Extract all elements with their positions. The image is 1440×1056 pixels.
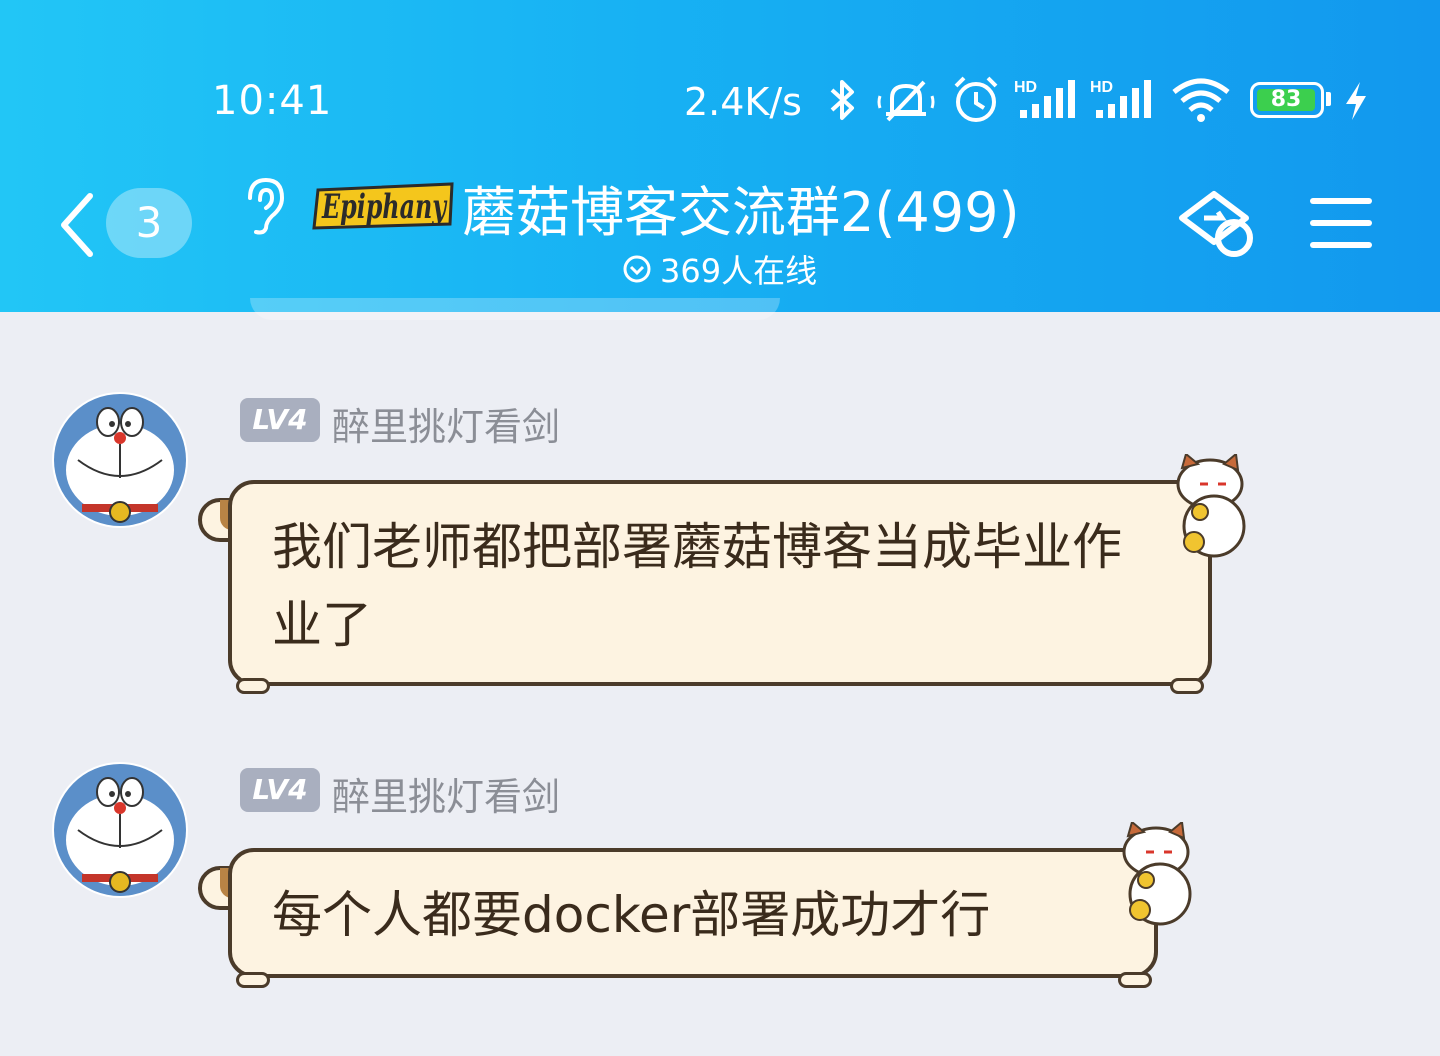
- signal-icon-sim2: HD: [1090, 79, 1151, 118]
- ear-icon[interactable]: [242, 176, 288, 236]
- charging-icon: [1346, 82, 1366, 120]
- alarm-icon: [954, 76, 998, 122]
- signal-icon-sim1: HD: [1014, 79, 1075, 118]
- bubble-paw-right: [1170, 678, 1204, 694]
- avatar[interactable]: [52, 762, 188, 898]
- message-text: 我们老师都把部署蘑菇博客当成毕业作业了: [272, 518, 1122, 654]
- svg-text:HD: HD: [1090, 79, 1113, 96]
- chat-header: 10:41 2.4K/s HD HD 83 3 Epiphany 蘑菇博客交流群…: [0, 0, 1440, 312]
- sender-name[interactable]: 醉里挑灯看剑: [332, 766, 560, 821]
- message-text: 每个人都要docker部署成功才行: [272, 886, 991, 944]
- battery-nub: [1326, 92, 1331, 106]
- avatar[interactable]: [52, 392, 188, 528]
- svg-text:Epiphany: Epiphany: [321, 187, 447, 227]
- level-badge: LV4: [240, 768, 320, 812]
- mute-bell-icon: [877, 80, 935, 122]
- network-speed: 2.4K/s: [684, 80, 802, 124]
- ticket-link-icon[interactable]: [1176, 188, 1262, 264]
- svg-text:HD: HD: [1014, 79, 1037, 96]
- back-arrow-icon[interactable]: [56, 190, 96, 260]
- message-bubble[interactable]: 我们老师都把部署蘑菇博客当成毕业作业了: [228, 480, 1212, 686]
- level-badge: LV4: [240, 398, 320, 442]
- bubble-paw-left: [236, 972, 270, 988]
- unread-count-badge[interactable]: 3: [106, 188, 192, 258]
- chevron-down-circle-icon: [623, 255, 651, 283]
- battery-icon: 83: [1250, 82, 1324, 118]
- battery-level: 83: [1257, 89, 1315, 111]
- bluetooth-icon: [830, 80, 854, 120]
- status-time: 10:41: [212, 78, 333, 124]
- menu-icon[interactable]: [1310, 196, 1372, 250]
- group-badge-logo: Epiphany: [312, 182, 454, 230]
- bubble-paw-left: [236, 678, 270, 694]
- message-bubble[interactable]: 每个人都要docker部署成功才行: [228, 848, 1158, 978]
- group-title[interactable]: 蘑菇博客交流群2(499): [462, 168, 1020, 247]
- online-status[interactable]: 369人在线: [622, 246, 817, 292]
- lucky-cat-icon: [1176, 454, 1246, 558]
- online-count: 369人在线: [660, 252, 818, 290]
- wifi-icon: [1172, 78, 1230, 122]
- sender-name[interactable]: 醉里挑灯看剑: [332, 396, 560, 451]
- lucky-cat-icon: [1122, 822, 1192, 926]
- bubble-paw-right: [1118, 972, 1152, 988]
- pinned-indicator: [250, 298, 780, 320]
